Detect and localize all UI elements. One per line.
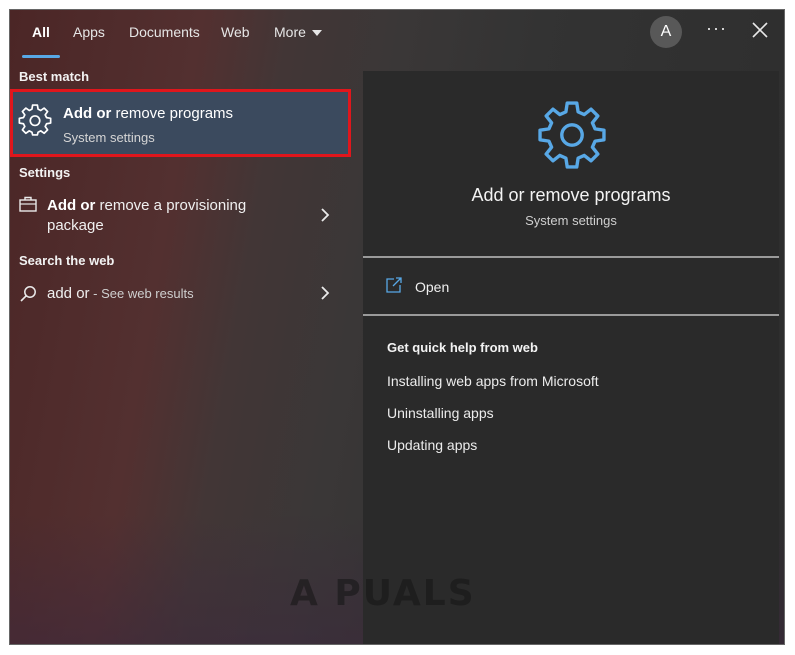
tab-web[interactable]: Web (221, 22, 250, 42)
gear-icon (18, 104, 52, 136)
chevron-right-icon (321, 286, 330, 300)
web-search-query: add or (47, 285, 90, 302)
help-link-uninstalling-apps[interactable]: Uninstalling apps (387, 405, 494, 421)
settings-result-line2: package (47, 217, 104, 234)
preview-panel: Add or remove programs System settings O… (363, 71, 779, 644)
divider (363, 314, 779, 316)
settings-result-label: Add or remove a provisioning package (47, 196, 246, 236)
settings-result-rest: remove a provisioning (95, 197, 247, 214)
search-window: All Apps Documents Web More A ··· Best m… (9, 9, 785, 645)
active-tab-indicator (22, 55, 60, 58)
best-match-title: Add or remove programs (63, 105, 233, 122)
search-icon (20, 286, 36, 302)
gear-icon (538, 101, 606, 169)
web-search-label: add or - See web results (47, 284, 194, 304)
web-search-suffix: - See web results (89, 286, 194, 301)
best-match-result[interactable]: Add or remove programs System settings (10, 89, 351, 157)
tab-more[interactable]: More (274, 22, 322, 42)
chevron-right-icon (321, 208, 330, 222)
help-link-installing-web-apps[interactable]: Installing web apps from Microsoft (387, 373, 599, 389)
quick-help-heading: Get quick help from web (387, 340, 538, 355)
best-match-title-bold: Add or (63, 105, 112, 122)
divider (363, 256, 779, 258)
tab-all[interactable]: All (32, 22, 50, 42)
best-match-heading: Best match (19, 69, 90, 84)
open-external-icon (386, 277, 402, 293)
more-options-icon[interactable]: ··· (706, 18, 727, 39)
briefcase-icon (19, 196, 37, 212)
settings-result-bold: Add or (47, 197, 96, 214)
avatar[interactable]: A (650, 16, 682, 48)
preview-subtitle: System settings (525, 213, 617, 228)
best-match-title-rest: remove programs (111, 105, 234, 122)
tab-more-label: More (274, 24, 306, 40)
watermark-logo: A PUALS (290, 573, 476, 614)
best-match-subtitle: System settings (63, 130, 155, 145)
tab-apps[interactable]: Apps (73, 22, 105, 42)
search-web-heading: Search the web (19, 253, 115, 268)
settings-heading: Settings (19, 165, 71, 180)
preview-title: Add or remove programs (471, 185, 671, 205)
open-label: Open (415, 279, 450, 295)
help-link-updating-apps[interactable]: Updating apps (387, 437, 477, 453)
tab-documents[interactable]: Documents (129, 22, 200, 42)
chevron-down-icon (311, 30, 322, 37)
close-icon[interactable] (750, 20, 770, 40)
